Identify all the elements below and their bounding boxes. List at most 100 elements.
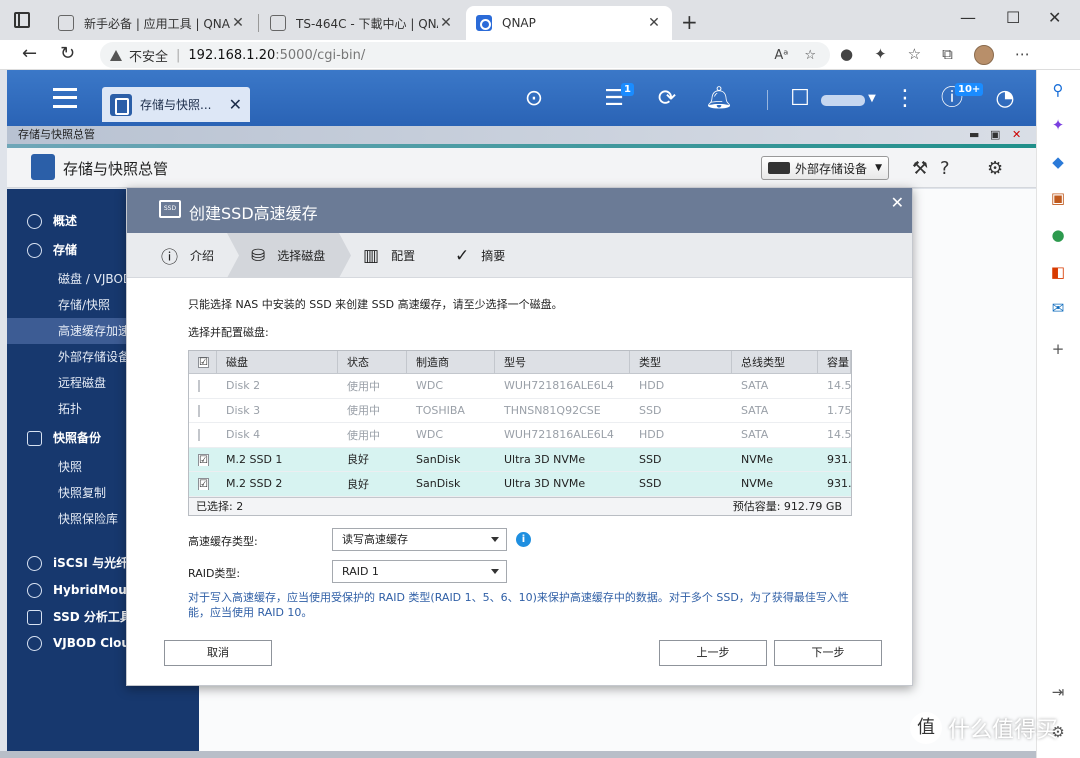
row-checkbox[interactable] bbox=[198, 380, 200, 393]
info-icon[interactable]: i bbox=[516, 532, 531, 547]
back-button[interactable]: 上一步 bbox=[659, 640, 767, 666]
nav-label: 外部存储设备 bbox=[58, 350, 131, 364]
cache-type-label: 高速缓存类型: bbox=[188, 535, 258, 548]
shopping-icon[interactable]: ◆ bbox=[1048, 152, 1068, 172]
raid-type-select[interactable]: RAID 1 bbox=[332, 560, 507, 583]
add-icon[interactable]: + bbox=[1048, 339, 1068, 359]
window-close-icon[interactable]: ✕ bbox=[1012, 126, 1021, 144]
table-footer: 已选择: 2 预估容量: 912.79 GB bbox=[189, 496, 851, 515]
config-icon: ▥ bbox=[363, 245, 380, 266]
external-devices-icon[interactable]: ⟳ bbox=[652, 84, 682, 114]
sidebar-toggle-icon[interactable]: ⇥ bbox=[1048, 682, 1068, 702]
table-row: Disk 2 使用中 WDC WUH721816ALE6L4 HDD SATA … bbox=[189, 374, 851, 399]
maximize-icon[interactable]: ☐ bbox=[1006, 8, 1020, 27]
table-row[interactable]: ☑ M.2 SSD 2 良好 SanDisk Ultra 3D NVMe SSD… bbox=[189, 472, 851, 497]
dropdown-arrow-icon bbox=[491, 569, 499, 574]
cookie-extension-icon[interactable]: ● bbox=[840, 45, 853, 65]
external-storage-button[interactable]: 外部存储设备 ▼ bbox=[761, 156, 889, 180]
disk-vendor: WDC bbox=[416, 428, 444, 442]
row-checkbox[interactable]: ☑ bbox=[198, 478, 209, 491]
back-arrow-icon[interactable]: ← bbox=[22, 43, 37, 64]
help-icon[interactable]: ? bbox=[940, 158, 950, 179]
storage-icon bbox=[27, 243, 42, 258]
search-icon[interactable]: ⊙ bbox=[519, 84, 549, 114]
search-icon[interactable]: ⚲ bbox=[1048, 80, 1068, 100]
tab-actions-icon[interactable] bbox=[14, 12, 30, 28]
outlook-icon[interactable]: ✉ bbox=[1048, 298, 1068, 318]
close-icon[interactable]: ✕ bbox=[646, 15, 662, 31]
table-row[interactable]: ☑ M.2 SSD 1 良好 SanDisk Ultra 3D NVMe SSD… bbox=[189, 447, 851, 472]
column-header[interactable]: 状态 bbox=[338, 351, 407, 373]
office-icon[interactable]: ◧ bbox=[1048, 262, 1068, 282]
extensions-icon[interactable]: ✦ bbox=[874, 45, 887, 65]
column-header[interactable]: 制造商 bbox=[407, 351, 495, 373]
disk-vendor: SanDisk bbox=[416, 452, 461, 466]
dialog-close-icon[interactable]: ✕ bbox=[891, 193, 904, 212]
games-icon[interactable]: ● bbox=[1048, 225, 1068, 245]
browser-tab-3-active[interactable]: QNAP ✕ bbox=[466, 6, 672, 40]
window-title-bar: 存储与快照总管 ▬ ▣ ✕ bbox=[7, 126, 1036, 144]
window-minimize-icon[interactable]: ▬ bbox=[969, 126, 979, 144]
step-label: 配置 bbox=[391, 249, 416, 263]
more-options-icon[interactable]: ⋮ bbox=[890, 84, 920, 114]
external-drive-icon bbox=[768, 162, 790, 174]
disk-type: HDD bbox=[639, 428, 665, 442]
row-checkbox[interactable]: ☑ bbox=[198, 453, 209, 466]
page-icon bbox=[58, 15, 74, 31]
dialog-header: SSD 创建SSD高速缓存 ✕ bbox=[127, 188, 912, 233]
collections-icon[interactable]: ⧉ bbox=[942, 45, 953, 65]
resource-monitor-icon[interactable]: ◔ bbox=[990, 84, 1020, 114]
column-header[interactable]: 类型 bbox=[630, 351, 732, 373]
column-header[interactable]: 容量 bbox=[818, 351, 851, 373]
disk-capacity: 1.75 bbox=[827, 403, 851, 417]
table-row: Disk 4 使用中 WDC WUH721816ALE6L4 HDD SATA … bbox=[189, 423, 851, 448]
browser-tab-2[interactable]: TS-464C - 下載中心 | QNAP ✕ bbox=[260, 6, 464, 40]
column-header[interactable]: 型号 bbox=[495, 351, 630, 373]
refresh-icon[interactable]: ↻ bbox=[60, 43, 75, 64]
table-header: ☑ 磁盘 状态 制造商 型号 类型 总线类型 容量 bbox=[189, 351, 851, 374]
next-button[interactable]: 下一步 bbox=[774, 640, 882, 666]
open-app-tab[interactable]: 存储与快照... ✕ bbox=[102, 87, 250, 122]
url-path: :5000/cgi-bin/ bbox=[275, 47, 366, 63]
close-icon[interactable]: ✕ bbox=[230, 15, 246, 31]
close-icon[interactable]: ✕ bbox=[229, 95, 242, 114]
watermark: 值 什么值得买 bbox=[910, 712, 1058, 744]
window-restore-icon[interactable]: ▣ bbox=[990, 126, 1000, 144]
cache-type-select[interactable]: 读写高速缓存 bbox=[332, 528, 507, 551]
window-close-icon[interactable]: ✕ bbox=[1048, 8, 1061, 27]
disk-name: M.2 SSD 1 bbox=[226, 452, 283, 466]
settings-gear-icon[interactable]: ⚙ bbox=[987, 158, 1003, 179]
profile-avatar[interactable] bbox=[973, 45, 994, 65]
qts-top-bar: 存储与快照... ✕ ⊙ ☰ 1 ⟳ 🔔︎ ☐ ▼ ⋮ ⓘ 10+ ◔ bbox=[7, 70, 1036, 126]
row-checkbox[interactable] bbox=[198, 429, 200, 442]
disk-icon: ⛁ bbox=[251, 245, 266, 266]
read-aloud-icon[interactable]: Aᵃ bbox=[774, 48, 788, 63]
cancel-button[interactable]: 取消 bbox=[164, 640, 272, 666]
more-menu-icon[interactable]: ⋯ bbox=[1015, 45, 1030, 65]
close-icon[interactable]: ✕ bbox=[438, 15, 454, 31]
nav-label: 存储 bbox=[53, 243, 78, 257]
row-checkbox[interactable] bbox=[198, 404, 200, 417]
column-header[interactable]: 总线类型 bbox=[732, 351, 818, 373]
column-header[interactable]: 磁盘 bbox=[217, 351, 338, 373]
favorite-add-icon[interactable]: ☆ bbox=[804, 48, 816, 63]
notifications-icon[interactable]: 🔔︎ bbox=[704, 84, 734, 114]
browser-tab-1[interactable]: 新手必备 | 应用工具 | QNAP ✕ bbox=[48, 6, 256, 40]
disk-bus: SATA bbox=[741, 379, 769, 393]
favorites-icon[interactable]: ☆ bbox=[908, 45, 921, 65]
address-bar[interactable]: 不安全 | 192.168.1.20 :5000/cgi-bin/ Aᵃ ☆ bbox=[100, 42, 830, 68]
url-host: 192.168.1.20 bbox=[188, 47, 276, 63]
external-storage-label: 外部存储设备 bbox=[795, 161, 868, 176]
disk-model: Ultra 3D NVMe bbox=[504, 477, 586, 491]
copilot-icon[interactable]: ✦ bbox=[1048, 115, 1068, 135]
select-all-checkbox[interactable]: ☑ bbox=[198, 356, 209, 368]
user-icon[interactable]: ☐ bbox=[785, 84, 815, 114]
user-menu-chevron-icon[interactable]: ▼ bbox=[857, 84, 887, 114]
tools-icon[interactable]: ▣ bbox=[1048, 188, 1068, 208]
minimize-icon[interactable]: — bbox=[960, 8, 976, 27]
disk-type: SSD bbox=[639, 403, 662, 417]
new-tab-icon[interactable]: + bbox=[681, 10, 698, 34]
main-menu-icon[interactable] bbox=[53, 88, 77, 108]
diagnostics-icon[interactable]: ⚒ bbox=[912, 158, 928, 179]
app-tab-label: 存储与快照... bbox=[140, 98, 212, 112]
